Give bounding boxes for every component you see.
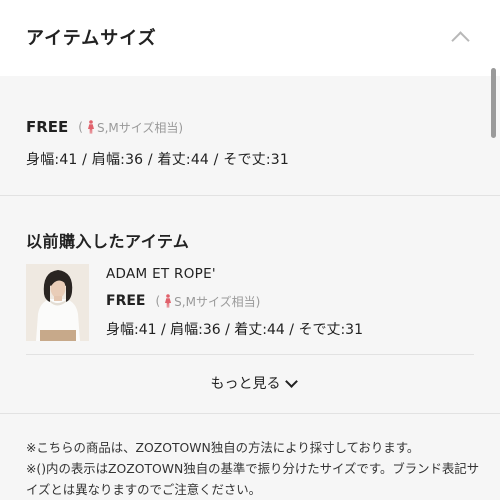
hint-text: S,Mサイズ相当) <box>96 120 184 135</box>
previous-item: ADAM ET ROPE' FREE ( S,Mサイズ相当) 身幅:41 / 肩… <box>106 266 363 339</box>
notes: ※こちらの商品は、ZOZOTOWN独自の方法により採寸しております。 ※()内の… <box>26 437 486 500</box>
item-size-page: アイテムサイズ FREE ( S,Mサイズ相当) 身幅:41 / 肩幅:36 /… <box>0 0 500 500</box>
hint-open-paren: ( <box>78 120 83 134</box>
hint-text: S,Mサイズ相当) <box>174 294 261 309</box>
female-figure-icon <box>165 294 172 308</box>
size-hint: ( S,Mサイズ相当) <box>155 293 260 310</box>
more-label: もっと見る <box>210 376 281 392</box>
section-title: アイテムサイズ <box>26 28 157 49</box>
divider <box>26 354 474 355</box>
hint-open-paren: ( <box>155 294 161 308</box>
more-button[interactable]: もっと見る <box>210 373 298 393</box>
brand-name[interactable]: ADAM ET ROPE' <box>106 266 363 284</box>
model-photo <box>26 264 89 341</box>
size-label: FREE <box>106 293 146 309</box>
note-item: ※こちらの商品は、ZOZOTOWN独自の方法により採寸しております。 <box>26 440 420 455</box>
section-header[interactable]: アイテムサイズ <box>0 0 500 76</box>
female-figure-icon <box>87 120 94 134</box>
divider <box>0 195 500 196</box>
item-thumbnail[interactable] <box>26 264 89 341</box>
size-line: FREE ( S,Mサイズ相当) <box>106 292 363 310</box>
size-hint: ( S,Mサイズ相当) <box>78 119 183 136</box>
scrollbar[interactable] <box>491 68 496 138</box>
divider <box>0 413 500 414</box>
previous-items-title: 以前購入したアイテム <box>26 232 190 251</box>
more-link[interactable]: もっと見る <box>0 373 500 393</box>
size-line: FREE ( S,Mサイズ相当) <box>26 117 289 137</box>
chevron-down-icon <box>284 374 298 388</box>
note-item: ※()内の表示はZOZOTOWN独自の基準で振り分けたサイズです。ブランド表記サ… <box>26 461 480 497</box>
measurements: 身幅:41 / 肩幅:36 / 着丈:44 / そで丈:31 <box>26 152 289 168</box>
current-size-block: FREE ( S,Mサイズ相当) 身幅:41 / 肩幅:36 / 着丈:44 /… <box>26 117 289 169</box>
measurements: 身幅:41 / 肩幅:36 / 着丈:44 / そで丈:31 <box>106 322 363 338</box>
size-label: FREE <box>26 118 69 136</box>
chevron-up-icon[interactable] <box>451 31 470 50</box>
